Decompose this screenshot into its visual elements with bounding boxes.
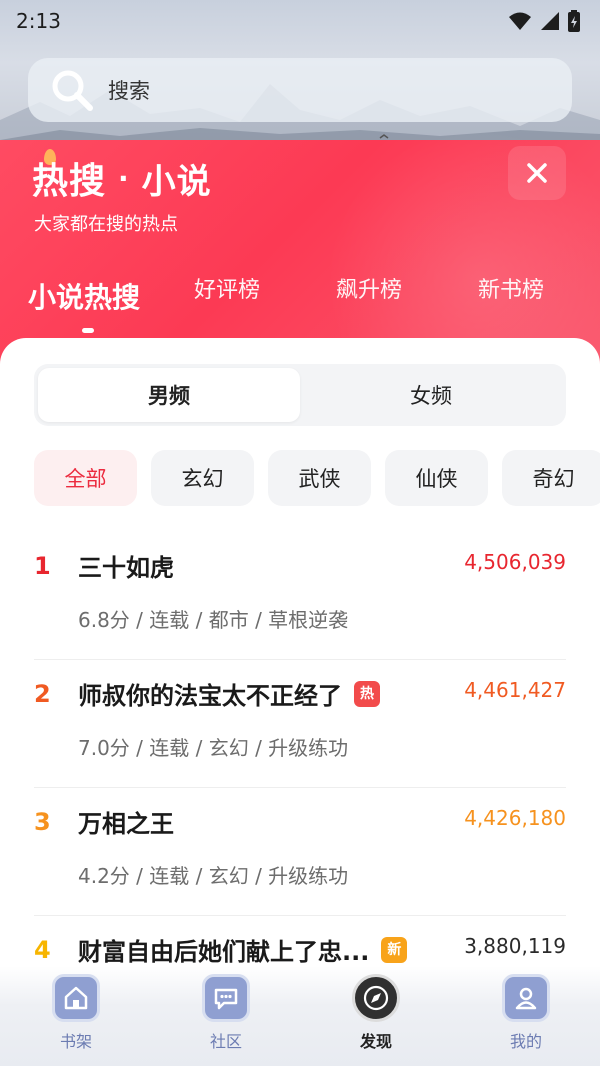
tab-novel-hot[interactable]: 小说热搜 — [28, 276, 140, 316]
book-title-text: 万相之王 — [78, 810, 174, 838]
page-subtitle: 大家都在搜的热点 — [34, 214, 178, 235]
page-title: 热搜 · 小说 — [32, 152, 212, 204]
nav-label: 社区 — [209, 1032, 242, 1051]
tab-new-books[interactable]: 新书榜 — [478, 272, 544, 304]
search-count: 3,880,119 — [464, 934, 566, 958]
list-item[interactable]: 3 万相之王 4.2分 / 连载 / 玄幻 / 升级练功 4,426,180 — [34, 788, 566, 916]
close-button[interactable] — [508, 146, 566, 200]
status-icons — [508, 10, 580, 32]
search-count: 4,426,180 — [464, 806, 566, 830]
book-meta: 7.0分 / 连载 / 玄幻 / 升级练功 — [78, 736, 349, 760]
search-input[interactable]: 搜索 — [28, 58, 572, 122]
nav-bookshelf[interactable]: 书架 — [36, 974, 116, 1052]
user-icon — [502, 974, 550, 1022]
nav-profile[interactable]: 我的 — [486, 974, 566, 1052]
signal-icon — [541, 12, 559, 30]
tab-indicator — [82, 328, 94, 333]
title-sub: 小说 — [141, 161, 212, 202]
compass-icon — [352, 974, 400, 1022]
rank-number: 4 — [34, 936, 51, 964]
close-icon — [527, 163, 547, 183]
book-title: 师叔你的法宝太不正经了 热 — [78, 676, 380, 711]
gender-tab-female[interactable]: 女频 — [300, 368, 562, 422]
chat-icon — [202, 974, 250, 1022]
list-item[interactable]: 2 师叔你的法宝太不正经了 热 7.0分 / 连载 / 玄幻 / 升级练功 4,… — [34, 660, 566, 788]
title-main: 热搜 — [32, 161, 107, 202]
rank-number: 1 — [34, 552, 51, 580]
list-item[interactable]: 1 三十如虎 6.8分 / 连载 / 都市 / 草根逆袭 4,506,039 — [34, 532, 566, 660]
title-dot: · — [118, 161, 130, 195]
category-chip-xuanhuan[interactable]: 玄幻 — [151, 450, 254, 506]
book-title: 万相之王 — [78, 804, 174, 839]
search-count: 4,506,039 — [464, 550, 566, 574]
book-title: 三十如虎 — [78, 548, 174, 583]
battery-icon — [568, 10, 580, 32]
book-title: 财富自由后她们献上了忠... 新 — [78, 932, 408, 967]
nav-label: 我的 — [509, 1032, 542, 1051]
wifi-icon — [509, 12, 531, 30]
search-placeholder: 搜索 — [108, 79, 150, 103]
nav-discover[interactable]: 发现 — [336, 974, 416, 1052]
search-icon — [52, 70, 93, 111]
status-time: 2:13 — [16, 9, 61, 33]
home-icon — [52, 974, 100, 1022]
category-filter: 全部 玄幻 武侠 仙侠 奇幻 — [34, 450, 600, 506]
book-meta: 4.2分 / 连载 / 玄幻 / 升级练功 — [78, 864, 349, 888]
gender-switch: 男频 女频 — [34, 364, 566, 426]
tab-top-rated[interactable]: 好评榜 — [194, 272, 260, 304]
nav-label: 书架 — [59, 1032, 92, 1051]
book-meta: 6.8分 / 连载 / 都市 / 草根逆袭 — [78, 608, 349, 632]
rank-number: 2 — [34, 680, 51, 708]
search-count: 4,461,427 — [464, 678, 566, 702]
book-title-text: 三十如虎 — [78, 554, 174, 582]
rank-number: 3 — [34, 808, 51, 836]
book-title-text: 师叔你的法宝太不正经了 — [78, 682, 342, 710]
hot-badge: 热 — [354, 680, 380, 707]
category-chip-qihuan[interactable]: 奇幻 — [502, 450, 600, 506]
category-chip-wuxia[interactable]: 武侠 — [268, 450, 371, 506]
new-badge: 新 — [381, 936, 408, 963]
gender-tab-male[interactable]: 男频 — [38, 368, 300, 422]
tab-rising[interactable]: 飙升榜 — [336, 272, 402, 304]
status-bar: 2:13 — [0, 0, 600, 42]
nav-community[interactable]: 社区 — [186, 974, 266, 1052]
category-chip-all[interactable]: 全部 — [34, 450, 137, 506]
category-chip-xianxia[interactable]: 仙侠 — [385, 450, 488, 506]
book-title-text: 财富自由后她们献上了忠... — [78, 938, 370, 966]
nav-label: 发现 — [359, 1032, 392, 1051]
